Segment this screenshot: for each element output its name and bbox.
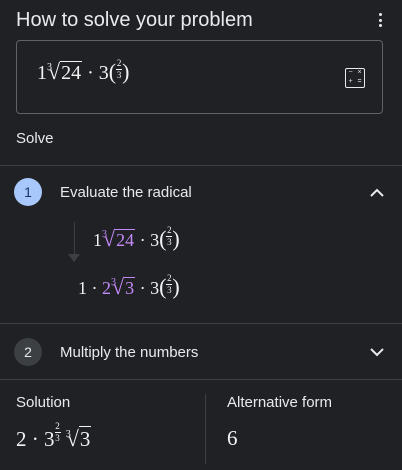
step-number: 2 bbox=[14, 338, 42, 366]
alternative-form-value[interactable]: 6 bbox=[227, 426, 238, 451]
base: 3 bbox=[44, 427, 55, 451]
problem-coef: 1 bbox=[37, 62, 47, 84]
step-1-header[interactable]: 1 Evaluate the radical bbox=[14, 175, 386, 209]
chevron-down-icon[interactable] bbox=[368, 343, 386, 361]
dot: · bbox=[139, 278, 146, 298]
calculator-icon[interactable]: − × + = bbox=[345, 68, 365, 88]
coef: 2 bbox=[16, 427, 27, 451]
alternative-form-label: Alternative form bbox=[227, 394, 333, 411]
coef: 1 bbox=[93, 230, 102, 250]
step-number: 1 bbox=[14, 178, 42, 206]
radicand: 24 bbox=[115, 229, 136, 250]
step-1-expression-before: 13√24 · 3(2 3) bbox=[93, 226, 180, 252]
step-label: Evaluate the radical bbox=[60, 183, 192, 201]
solution-label: Solution bbox=[16, 394, 71, 411]
problem-root-index: 3 bbox=[47, 62, 52, 73]
paren-open: ( bbox=[159, 274, 167, 299]
dot: · bbox=[31, 427, 39, 451]
multiplier: 2 bbox=[102, 278, 111, 298]
step-label: Multiply the numbers bbox=[60, 343, 199, 361]
exp-den: 3 bbox=[167, 285, 172, 295]
exp-den: 3 bbox=[167, 237, 172, 247]
root-index: 3 bbox=[102, 229, 107, 240]
root-index: 3 bbox=[65, 429, 71, 440]
radicand: 3 bbox=[78, 426, 92, 451]
chevron-up-icon[interactable] bbox=[368, 183, 386, 201]
page-title: How to solve your problem bbox=[16, 8, 253, 31]
exp-den: 3 bbox=[55, 433, 60, 443]
problem-expression: 13√24 · 3(2 3) bbox=[37, 59, 129, 85]
more-vert-icon[interactable] bbox=[374, 10, 386, 30]
paren-close: ) bbox=[122, 59, 130, 84]
paren-open: ( bbox=[108, 59, 117, 84]
paren-close: ) bbox=[172, 274, 180, 299]
exp-num: 2 bbox=[167, 273, 172, 283]
divider bbox=[0, 165, 402, 166]
divider bbox=[0, 323, 402, 324]
vertical-divider bbox=[205, 394, 206, 464]
exp-num: 2 bbox=[55, 421, 60, 431]
root-index: 3 bbox=[111, 277, 116, 288]
coef: 1 bbox=[78, 278, 87, 298]
exp-num: 2 bbox=[167, 225, 172, 235]
base: 3 bbox=[150, 230, 160, 250]
header: How to solve your problem bbox=[16, 6, 386, 34]
radicand: 3 bbox=[124, 277, 136, 298]
step-1-expression-after: 1 · 23√3 · 3(2 3) bbox=[78, 274, 180, 300]
problem-dot: · bbox=[87, 62, 94, 84]
problem-exp-num: 2 bbox=[116, 58, 122, 68]
divider bbox=[0, 379, 402, 380]
dot: · bbox=[91, 278, 98, 298]
problem-base: 3 bbox=[98, 62, 109, 84]
exponent: 23 bbox=[54, 421, 61, 443]
dot: · bbox=[139, 230, 146, 250]
paren-open: ( bbox=[159, 226, 167, 251]
base: 3 bbox=[150, 278, 160, 298]
solve-label: Solve bbox=[16, 130, 54, 147]
step-2-header[interactable]: 2 Multiply the numbers bbox=[14, 335, 386, 369]
problem-radicand: 24 bbox=[60, 61, 83, 84]
arrow-down-icon bbox=[68, 254, 80, 262]
problem-exp-den: 3 bbox=[116, 70, 122, 80]
solution-expression[interactable]: 2 · 323 3√3 bbox=[16, 422, 92, 452]
problem-box[interactable]: 13√24 · 3(2 3) − × + = bbox=[16, 40, 383, 114]
paren-close: ) bbox=[172, 226, 180, 251]
